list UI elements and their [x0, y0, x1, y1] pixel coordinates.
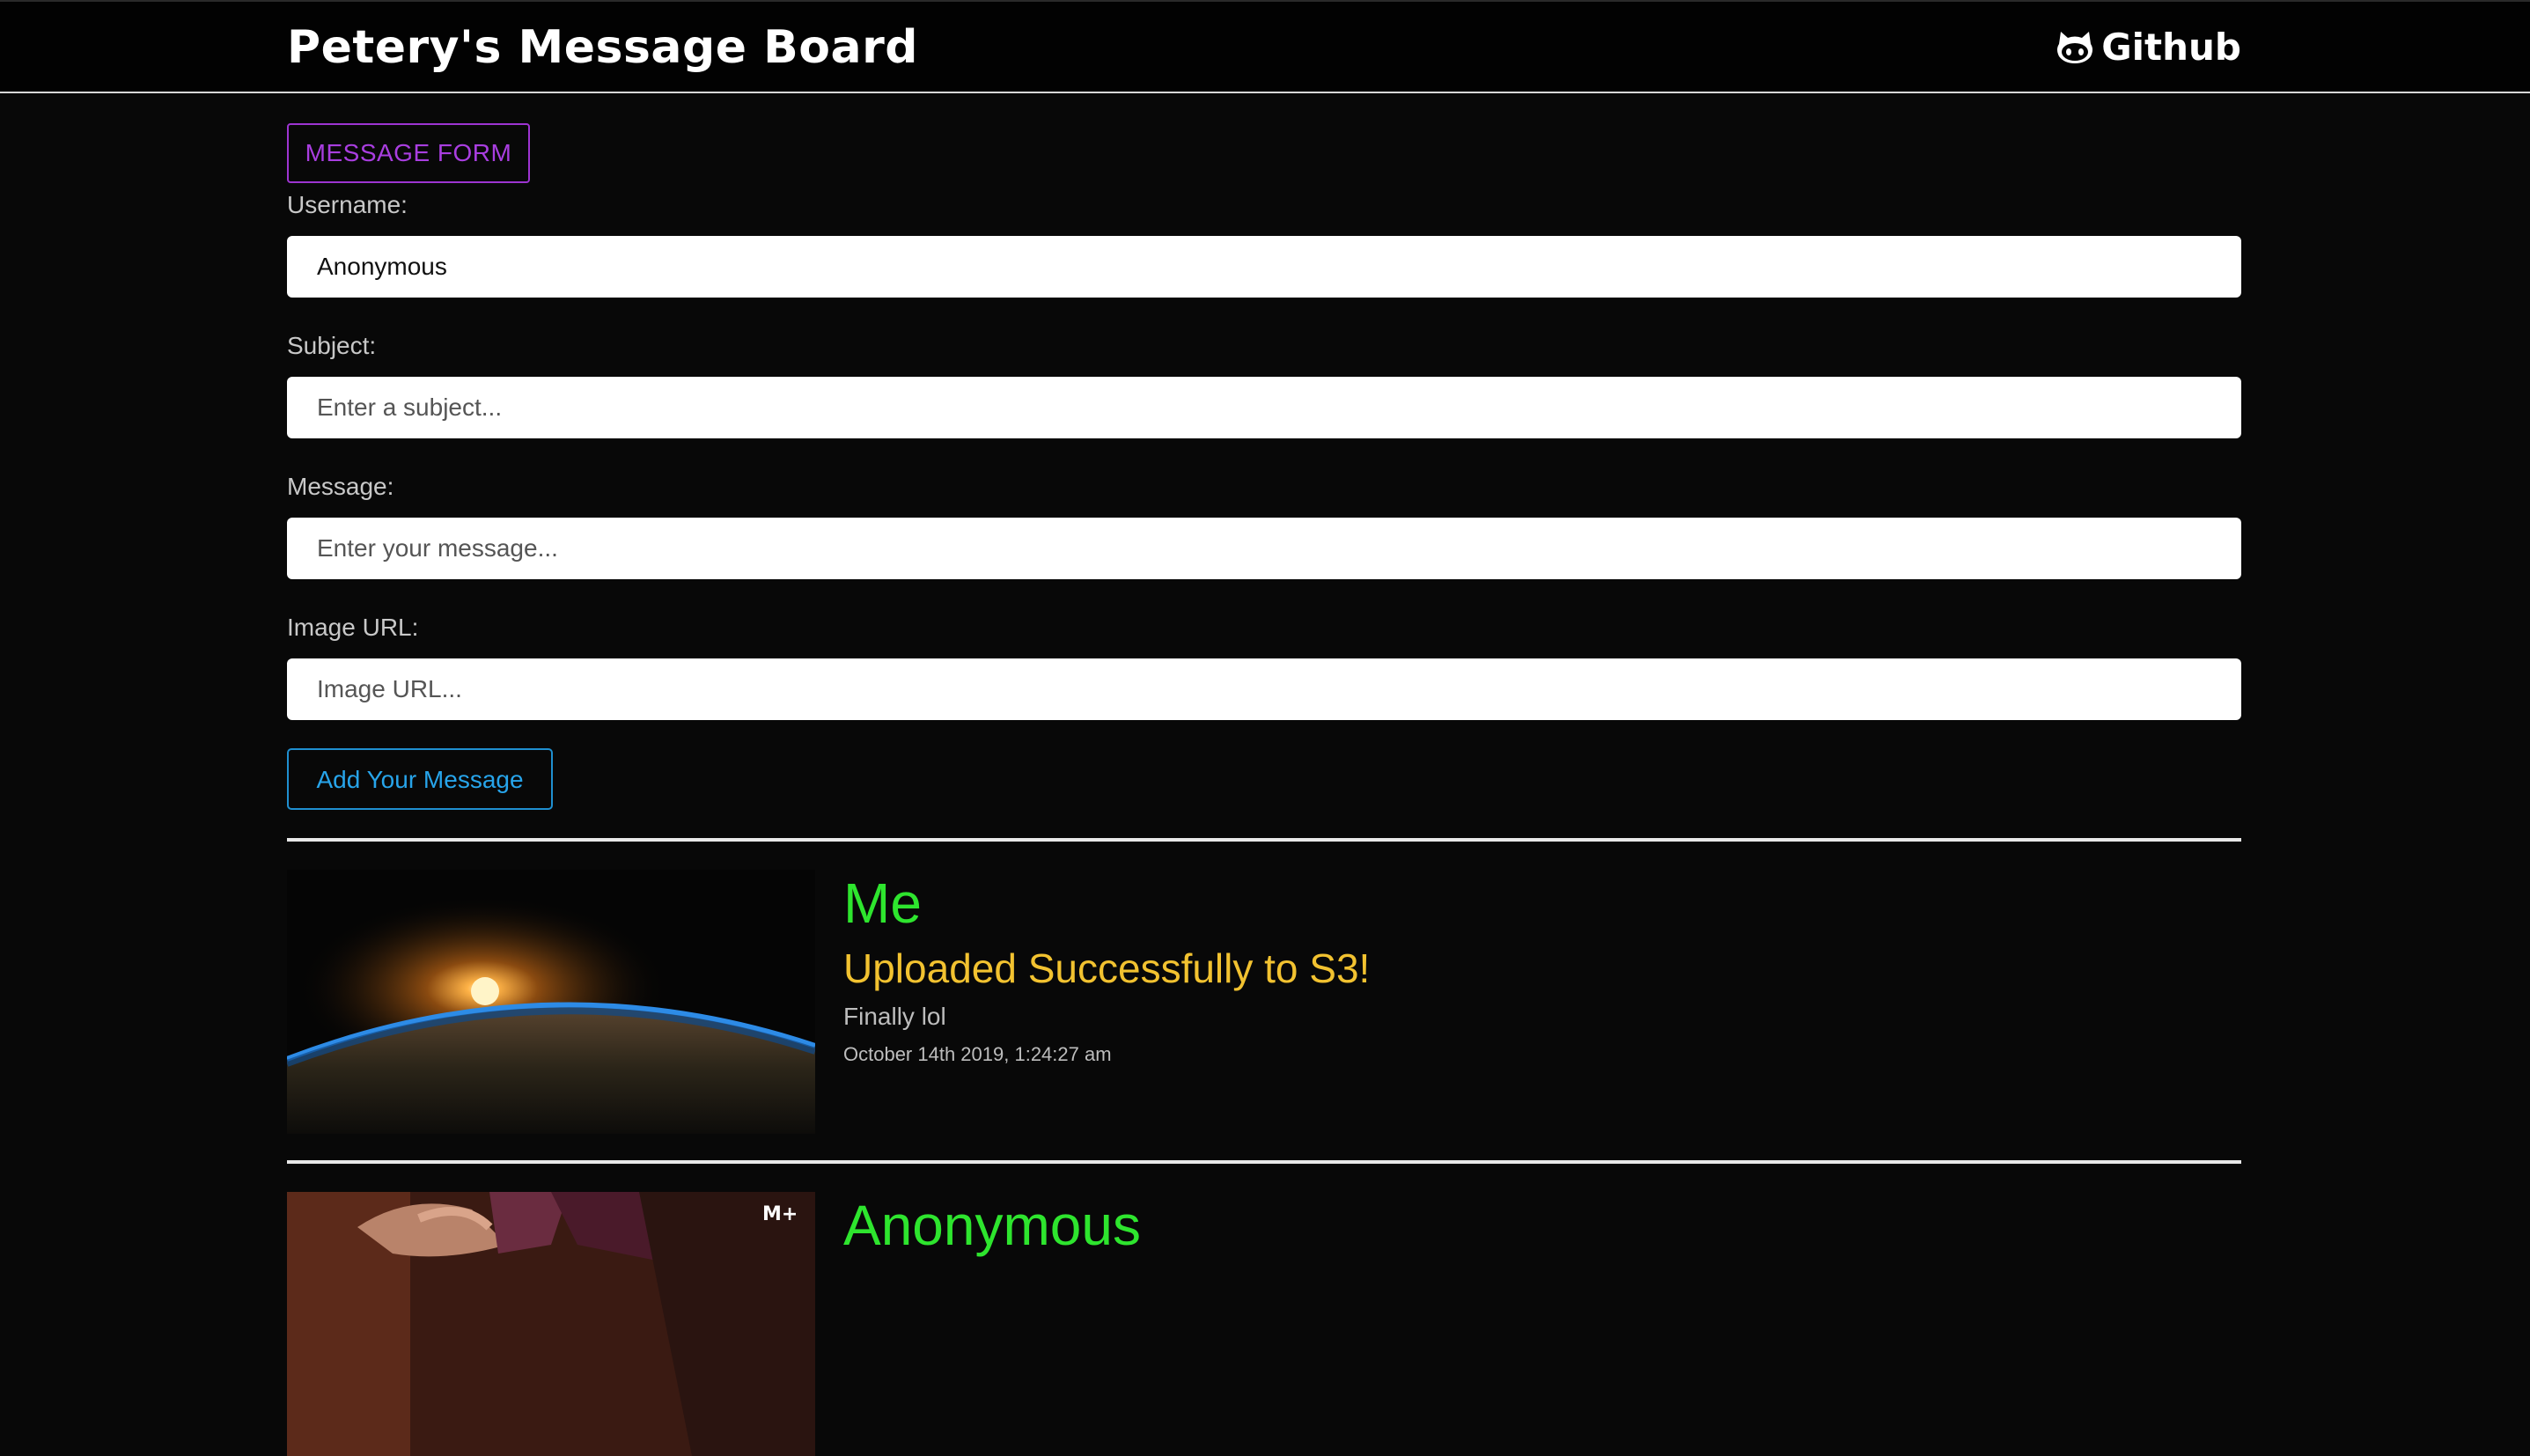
- username-label: Username:: [287, 191, 408, 218]
- message-label: Message:: [287, 473, 394, 500]
- message-form-tab[interactable]: MESSAGE FORM: [287, 123, 530, 183]
- github-link-label: Github: [2101, 26, 2241, 69]
- username-input[interactable]: [287, 236, 2241, 298]
- post-author: Anonymous: [843, 1194, 1141, 1257]
- post-message: Finally lol: [843, 1003, 946, 1030]
- github-link[interactable]: Github: [2056, 23, 2241, 72]
- image-url-label: Image URL:: [287, 614, 419, 641]
- subject-label: Subject:: [287, 332, 377, 359]
- earth-sunrise-image: [287, 870, 815, 1134]
- message-card: M+ Anonymous: [287, 1192, 2241, 1456]
- video-watermark: M+: [762, 1203, 798, 1225]
- message-card: Me Uploaded Successfully to S3! Finally …: [287, 870, 2241, 1134]
- image-url-input[interactable]: [287, 658, 2241, 720]
- post-timestamp: October 14th 2019, 1:24:27 am: [843, 1043, 1112, 1065]
- post-author: Me: [843, 871, 922, 935]
- add-message-button[interactable]: Add Your Message: [287, 748, 553, 810]
- github-octocat-icon: [2057, 32, 2093, 63]
- top-navbar: Petery's Message Board Github: [0, 0, 2530, 93]
- message-input[interactable]: [287, 518, 2241, 579]
- site-title[interactable]: Petery's Message Board: [287, 19, 918, 76]
- post-subject: Uploaded Successfully to S3!: [843, 945, 1371, 991]
- divider: [287, 838, 2241, 842]
- subject-input[interactable]: [287, 377, 2241, 438]
- divider: [287, 1160, 2241, 1164]
- video-still-image: M+: [287, 1192, 815, 1456]
